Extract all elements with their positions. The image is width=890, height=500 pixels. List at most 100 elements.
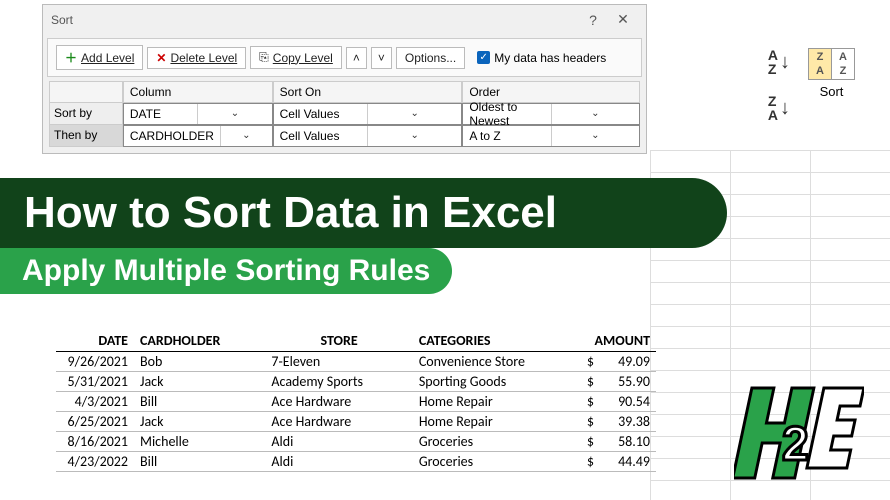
col-date: DATE (56, 330, 134, 352)
sort-ascending-button[interactable]: AZ ↓ (768, 48, 790, 76)
column-header: Column (123, 81, 273, 103)
rule-label: Sort by (49, 103, 123, 125)
sort-icon: ZA AZ (808, 48, 855, 80)
cell-store: Ace Hardware (265, 392, 412, 412)
cell-categories: Groceries (413, 432, 581, 452)
headers-checkbox[interactable]: ✓ My data has headers (477, 51, 606, 65)
cell-store: Ace Hardware (265, 412, 412, 432)
delete-level-button[interactable]: ✕ Delete Level (147, 47, 246, 69)
sorton-select[interactable]: Cell Values⌄ (273, 103, 463, 125)
sort-dialog-button[interactable]: ZA AZ Sort (808, 48, 855, 99)
table-row: 4/3/2021BillAce HardwareHome Repair$90.5… (56, 392, 656, 412)
order-select[interactable]: Oldest to Newest⌄ (462, 103, 640, 125)
cell-cardholder: Bob (134, 352, 265, 372)
cell-cardholder: Jack (134, 372, 265, 392)
dialog-title: Sort (51, 13, 578, 27)
check-icon: ✓ (477, 51, 490, 64)
dialog-titlebar: Sort ? ✕ (43, 5, 646, 34)
cell-currency: $ (581, 352, 600, 372)
cell-amount: 39.38 (600, 412, 656, 432)
sorton-select[interactable]: Cell Values⌄ (273, 125, 463, 147)
cell-store: Aldi (265, 452, 412, 472)
plus-icon: ＋ (65, 49, 77, 66)
cell-categories: Convenience Store (413, 352, 581, 372)
column-select[interactable]: CARDHOLDER⌄ (123, 125, 273, 147)
column-select[interactable]: DATE⌄ (123, 103, 273, 125)
cell-cardholder: Jack (134, 412, 265, 432)
cell-amount: 90.54 (600, 392, 656, 412)
ribbon-sort-group: AZ ↓ ZA ↓ ZA AZ Sort (768, 48, 855, 122)
svg-text:2: 2 (782, 418, 809, 471)
cell-cardholder: Bill (134, 452, 265, 472)
help-button[interactable]: ? (578, 10, 608, 30)
col-categories: CATEGORIES (413, 330, 581, 352)
cell-date: 9/26/2021 (56, 352, 134, 372)
sort-rule-row: Then by CARDHOLDER⌄ Cell Values⌄ A to Z⌄ (43, 125, 646, 147)
table-header-row: DATE CARDHOLDER STORE CATEGORIES AMOUNT (56, 330, 656, 352)
cell-currency: $ (581, 452, 600, 472)
cell-cardholder: Bill (134, 392, 265, 412)
table-row: 9/26/2021Bob7-ElevenConvenience Store$49… (56, 352, 656, 372)
chevron-down-icon: ⌄ (551, 104, 639, 124)
add-level-button[interactable]: ＋ Add Level (56, 45, 143, 70)
h2e-logo: 2 (734, 378, 864, 488)
cell-date: 8/16/2021 (56, 432, 134, 452)
options-button[interactable]: Options... (396, 47, 465, 69)
sort-descending-button[interactable]: ZA ↓ (768, 94, 790, 122)
table-row: 5/31/2021JackAcademy SportsSporting Good… (56, 372, 656, 392)
col-amount: AMOUNT (581, 330, 656, 352)
col-store: STORE (265, 330, 412, 352)
copy-level-button[interactable]: ⎘ Copy Level (250, 46, 342, 69)
cell-amount: 49.09 (600, 352, 656, 372)
sort-dialog: Sort ? ✕ ＋ Add Level ✕ Delete Level ⎘ Co… (42, 4, 647, 154)
cell-amount: 44.49 (600, 452, 656, 472)
cell-date: 4/3/2021 (56, 392, 134, 412)
order-select[interactable]: A to Z⌄ (462, 125, 640, 147)
chevron-down-icon: ⌄ (367, 104, 461, 124)
cell-categories: Sporting Goods (413, 372, 581, 392)
arrow-down-icon: ↓ (780, 52, 790, 72)
chevron-down-icon: ˅ (378, 51, 385, 65)
title-banner: How to Sort Data in Excel Apply Multiple… (0, 178, 727, 294)
banner-subtitle: Apply Multiple Sorting Rules (0, 248, 452, 294)
cell-cardholder: Michelle (134, 432, 265, 452)
chevron-up-icon: ˄ (353, 51, 360, 65)
cell-amount: 58.10 (600, 432, 656, 452)
move-down-button[interactable]: ˅ (371, 47, 392, 69)
cell-currency: $ (581, 372, 600, 392)
sort-rule-row: Sort by DATE⌄ Cell Values⌄ Oldest to New… (43, 103, 646, 125)
banner-title: How to Sort Data in Excel (0, 178, 727, 248)
col-cardholder: CARDHOLDER (134, 330, 265, 352)
table-row: 8/16/2021MichelleAldiGroceries$58.10 (56, 432, 656, 452)
move-up-button[interactable]: ˄ (346, 47, 367, 69)
data-table: DATE CARDHOLDER STORE CATEGORIES AMOUNT … (56, 330, 656, 472)
cell-currency: $ (581, 412, 600, 432)
rule-label: Then by (49, 125, 123, 147)
cell-store: Aldi (265, 432, 412, 452)
cell-date: 5/31/2021 (56, 372, 134, 392)
cell-store: Academy Sports (265, 372, 412, 392)
table-row: 4/23/2022BillAldiGroceries$44.49 (56, 452, 656, 472)
cell-categories: Groceries (413, 452, 581, 472)
dialog-toolbar: ＋ Add Level ✕ Delete Level ⎘ Copy Level … (47, 38, 642, 77)
chevron-down-icon: ⌄ (551, 126, 639, 146)
cell-currency: $ (581, 392, 600, 412)
copy-icon: ⎘ (259, 50, 269, 65)
chevron-down-icon: ⌄ (367, 126, 461, 146)
cell-currency: $ (581, 432, 600, 452)
cell-date: 4/23/2022 (56, 452, 134, 472)
rules-header-row: Column Sort On Order (43, 81, 646, 103)
close-button[interactable]: ✕ (608, 9, 638, 30)
chevron-down-icon: ⌄ (197, 104, 271, 124)
column-label-header (49, 81, 123, 103)
cell-amount: 55.90 (600, 372, 656, 392)
arrow-down-icon: ↓ (780, 98, 790, 118)
chevron-down-icon: ⌄ (220, 126, 272, 146)
cell-categories: Home Repair (413, 412, 581, 432)
sorton-header: Sort On (273, 81, 463, 103)
x-icon: ✕ (156, 51, 166, 65)
cell-categories: Home Repair (413, 392, 581, 412)
table-row: 6/25/2021JackAce HardwareHome Repair$39.… (56, 412, 656, 432)
cell-store: 7-Eleven (265, 352, 412, 372)
cell-date: 6/25/2021 (56, 412, 134, 432)
